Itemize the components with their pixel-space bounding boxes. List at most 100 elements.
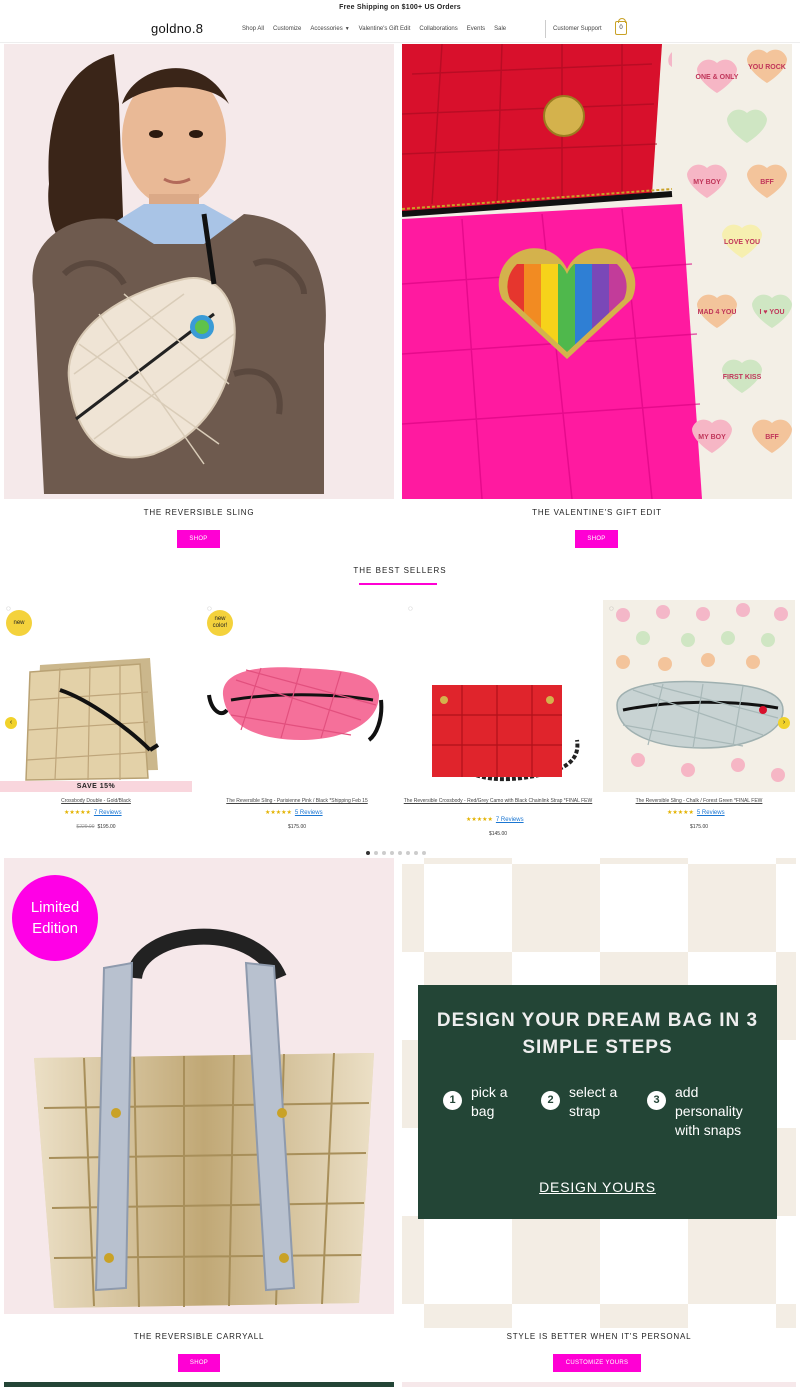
- nav-item-events[interactable]: Events: [467, 26, 485, 32]
- nav-item-accessories[interactable]: Accessories ▼: [310, 26, 349, 32]
- customize-yours-button[interactable]: CUSTOMIZE YOURS: [553, 1354, 641, 1372]
- candy-heart-text: YOU ROCK: [748, 64, 786, 71]
- carousel-dot[interactable]: [382, 851, 386, 855]
- candy-heart-text: BFF: [765, 434, 779, 441]
- nav-item-valentines[interactable]: Valentine's Gift Edit: [359, 26, 411, 32]
- step-number: 2: [541, 1091, 560, 1110]
- customize-caption: STYLE IS BETTER WHEN IT'S PERSONAL: [506, 1332, 692, 1341]
- stars-icon: ★★★★★: [667, 810, 694, 816]
- design-title: DESIGN YOUR DREAM BAG IN 3 SIMPLE STEPS: [436, 1010, 759, 1058]
- main-nav: goldno.8 Shop All Customize Accessories ▼…: [0, 15, 800, 43]
- crossbody-red-image: [402, 600, 594, 792]
- step-number: 3: [647, 1091, 666, 1110]
- candy-heart-text: BFF: [760, 179, 774, 186]
- reviews-link[interactable]: 7 Reviews: [496, 817, 524, 823]
- next-section-edge: [4, 1382, 394, 1387]
- price: $145.00: [402, 831, 594, 837]
- carousel-prev-button[interactable]: ‹: [5, 717, 17, 729]
- product-card[interactable]: ◌ new SAVE 15% Crossbody Double - Gold/B…: [0, 600, 192, 840]
- stars-icon: ★★★★★: [466, 817, 493, 823]
- hero-caption-valentines: THE VALENTINE'S GIFT EDIT: [532, 508, 662, 517]
- product-image[interactable]: ◌: [402, 600, 594, 792]
- stars-icon: ★★★★★: [64, 810, 91, 816]
- shop-valentines-button[interactable]: SHOP: [575, 530, 618, 548]
- customer-support-link[interactable]: Customer Support: [553, 26, 602, 32]
- candy-heart-text: FIRST KISS: [723, 374, 762, 381]
- product-card[interactable]: ◌ The Reversible Crossbody - Red/Grey Ca…: [402, 600, 594, 840]
- product-name-link[interactable]: Crossbody Double - Gold/Black: [0, 798, 192, 804]
- carousel-dot[interactable]: [414, 851, 418, 855]
- product-badge: new color!: [207, 610, 233, 636]
- candy-heart-text: MY BOY: [693, 179, 721, 186]
- carousel-dot[interactable]: [406, 851, 410, 855]
- carousel-dot[interactable]: [374, 851, 378, 855]
- shop-sling-button[interactable]: SHOP: [177, 530, 220, 548]
- chevron-down-icon: ▼: [344, 26, 350, 32]
- product-card[interactable]: ◌ The Reversible Sling - Chalk / Forest …: [603, 600, 795, 840]
- next-section-edge: [402, 1382, 796, 1387]
- carryall-caption: THE REVERSIBLE CARRYALL: [133, 1332, 265, 1341]
- candy-heart-text: ONE & ONLY: [696, 74, 739, 81]
- carousel-dot[interactable]: [366, 851, 370, 855]
- current-price: $195.00: [97, 824, 116, 830]
- nav-menu: Shop All Customize Accessories ▼ Valentin…: [242, 26, 506, 32]
- carryall-image[interactable]: Limited Edition: [4, 858, 394, 1314]
- stars-icon: ★★★★★: [265, 810, 292, 816]
- product-name-link[interactable]: The Reversible Crossbody - Red/Grey Camo…: [402, 798, 594, 804]
- wishlist-heart-icon[interactable]: ◌: [6, 604, 11, 613]
- step-text: select a strap: [569, 1084, 618, 1119]
- wishlist-heart-icon[interactable]: ◌: [609, 604, 614, 613]
- design-your-bag-panel: DESIGN YOUR DREAM BAG IN 3 SIMPLE STEPS …: [418, 985, 777, 1219]
- reviews-link[interactable]: 7 Reviews: [94, 810, 122, 816]
- valentines-photo: ONE & ONLY YOU ROCK MY BOY BFF LOVE YOU …: [402, 44, 792, 499]
- rating: ★★★★★ 5 Reviews: [265, 809, 323, 816]
- nav-item-collaborations[interactable]: Collaborations: [419, 26, 457, 32]
- old-price: $229.00: [76, 824, 95, 830]
- product-name-link[interactable]: The Reversible Sling - Chalk / Forest Gr…: [603, 798, 795, 804]
- nav-item-customize[interactable]: Customize: [273, 26, 301, 32]
- product-image[interactable]: ◌ new SAVE 15%: [0, 600, 192, 792]
- candy-heart-text: I ♥ YOU: [759, 309, 784, 316]
- rating: ★★★★★ 5 Reviews: [667, 809, 725, 816]
- wishlist-heart-icon[interactable]: ◌: [207, 604, 212, 613]
- hero-image-valentines[interactable]: ONE & ONLY YOU ROCK MY BOY BFF LOVE YOU …: [402, 44, 792, 499]
- nav-divider: [545, 20, 546, 38]
- best-sellers-title: THE BEST SELLERS: [353, 566, 447, 575]
- reviews-link[interactable]: 5 Reviews: [697, 810, 725, 816]
- wishlist-heart-icon[interactable]: ◌: [408, 604, 413, 613]
- logo[interactable]: goldno.8: [151, 21, 203, 36]
- price: $175.00: [603, 824, 795, 830]
- nav-item-sale[interactable]: Sale: [494, 26, 506, 32]
- carousel-dot[interactable]: [390, 851, 394, 855]
- save-badge: SAVE 15%: [0, 781, 192, 792]
- design-yours-link[interactable]: DESIGN YOURS: [418, 1179, 777, 1195]
- step-text: pick a bag: [471, 1084, 508, 1119]
- limited-edition-badge: Limited Edition: [12, 875, 98, 961]
- product-badge: new: [6, 610, 32, 636]
- candy-heart-text: MY BOY: [698, 434, 726, 441]
- shop-carryall-button[interactable]: SHOP: [178, 1354, 220, 1372]
- step-number: 1: [443, 1091, 462, 1110]
- price: $229.00 $195.00: [0, 824, 192, 830]
- best-sellers-underline: [359, 583, 437, 585]
- product-image[interactable]: ◌: [603, 600, 795, 792]
- current-price: $175.00: [689, 824, 709, 830]
- rating: ★★★★★ 7 Reviews: [466, 816, 524, 823]
- nav-item-shop-all[interactable]: Shop All: [242, 26, 264, 32]
- cart-icon[interactable]: 0: [615, 18, 627, 35]
- reviews-link[interactable]: 5 Reviews: [295, 810, 323, 816]
- product-card[interactable]: ◌ new color! The Reversible Sling - Pari…: [201, 600, 393, 840]
- current-price: $175.00: [287, 824, 307, 830]
- carousel-dot[interactable]: [422, 851, 426, 855]
- sling-chalk-image: [603, 600, 795, 792]
- product-image[interactable]: ◌ new color!: [201, 600, 393, 792]
- price: $175.00: [201, 824, 393, 830]
- step-text: add personality with snaps: [675, 1084, 743, 1138]
- sling-photo: [4, 44, 394, 499]
- product-name-link[interactable]: The Reversible Sling - Parisienne Pink /…: [201, 798, 393, 804]
- carousel-dots: [366, 851, 426, 855]
- carousel-next-button[interactable]: ›: [778, 717, 790, 729]
- current-price: $145.00: [488, 831, 508, 837]
- hero-image-sling[interactable]: [4, 44, 394, 499]
- carousel-dot[interactable]: [398, 851, 402, 855]
